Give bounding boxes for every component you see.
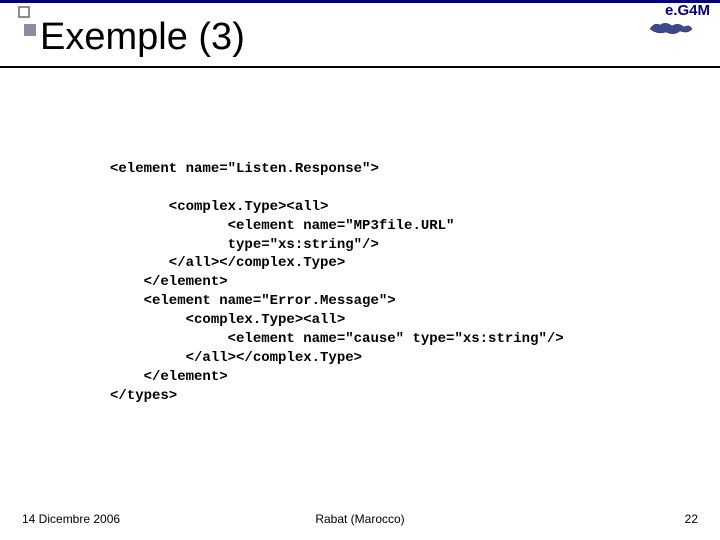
logo-map-icon bbox=[648, 19, 694, 37]
footer-location: Rabat (Marocco) bbox=[315, 512, 404, 526]
title-underline bbox=[0, 66, 720, 68]
decor-square-outline bbox=[18, 6, 30, 18]
logo: e.G4M bbox=[648, 2, 710, 42]
footer: 14 Dicembre 2006 Rabat (Marocco) 22 bbox=[0, 506, 720, 526]
decor-square-filled bbox=[24, 24, 36, 36]
top-accent-bar bbox=[0, 0, 720, 3]
slide: e.G4M Exemple (3) <element name="Listen.… bbox=[0, 0, 720, 540]
code-block: <element name="Listen.Response"> <comple… bbox=[110, 160, 680, 406]
footer-date: 14 Dicembre 2006 bbox=[22, 512, 120, 526]
logo-text: e.G4M bbox=[648, 2, 710, 19]
footer-page-number: 22 bbox=[685, 512, 698, 526]
slide-title: Exemple (3) bbox=[40, 16, 245, 59]
